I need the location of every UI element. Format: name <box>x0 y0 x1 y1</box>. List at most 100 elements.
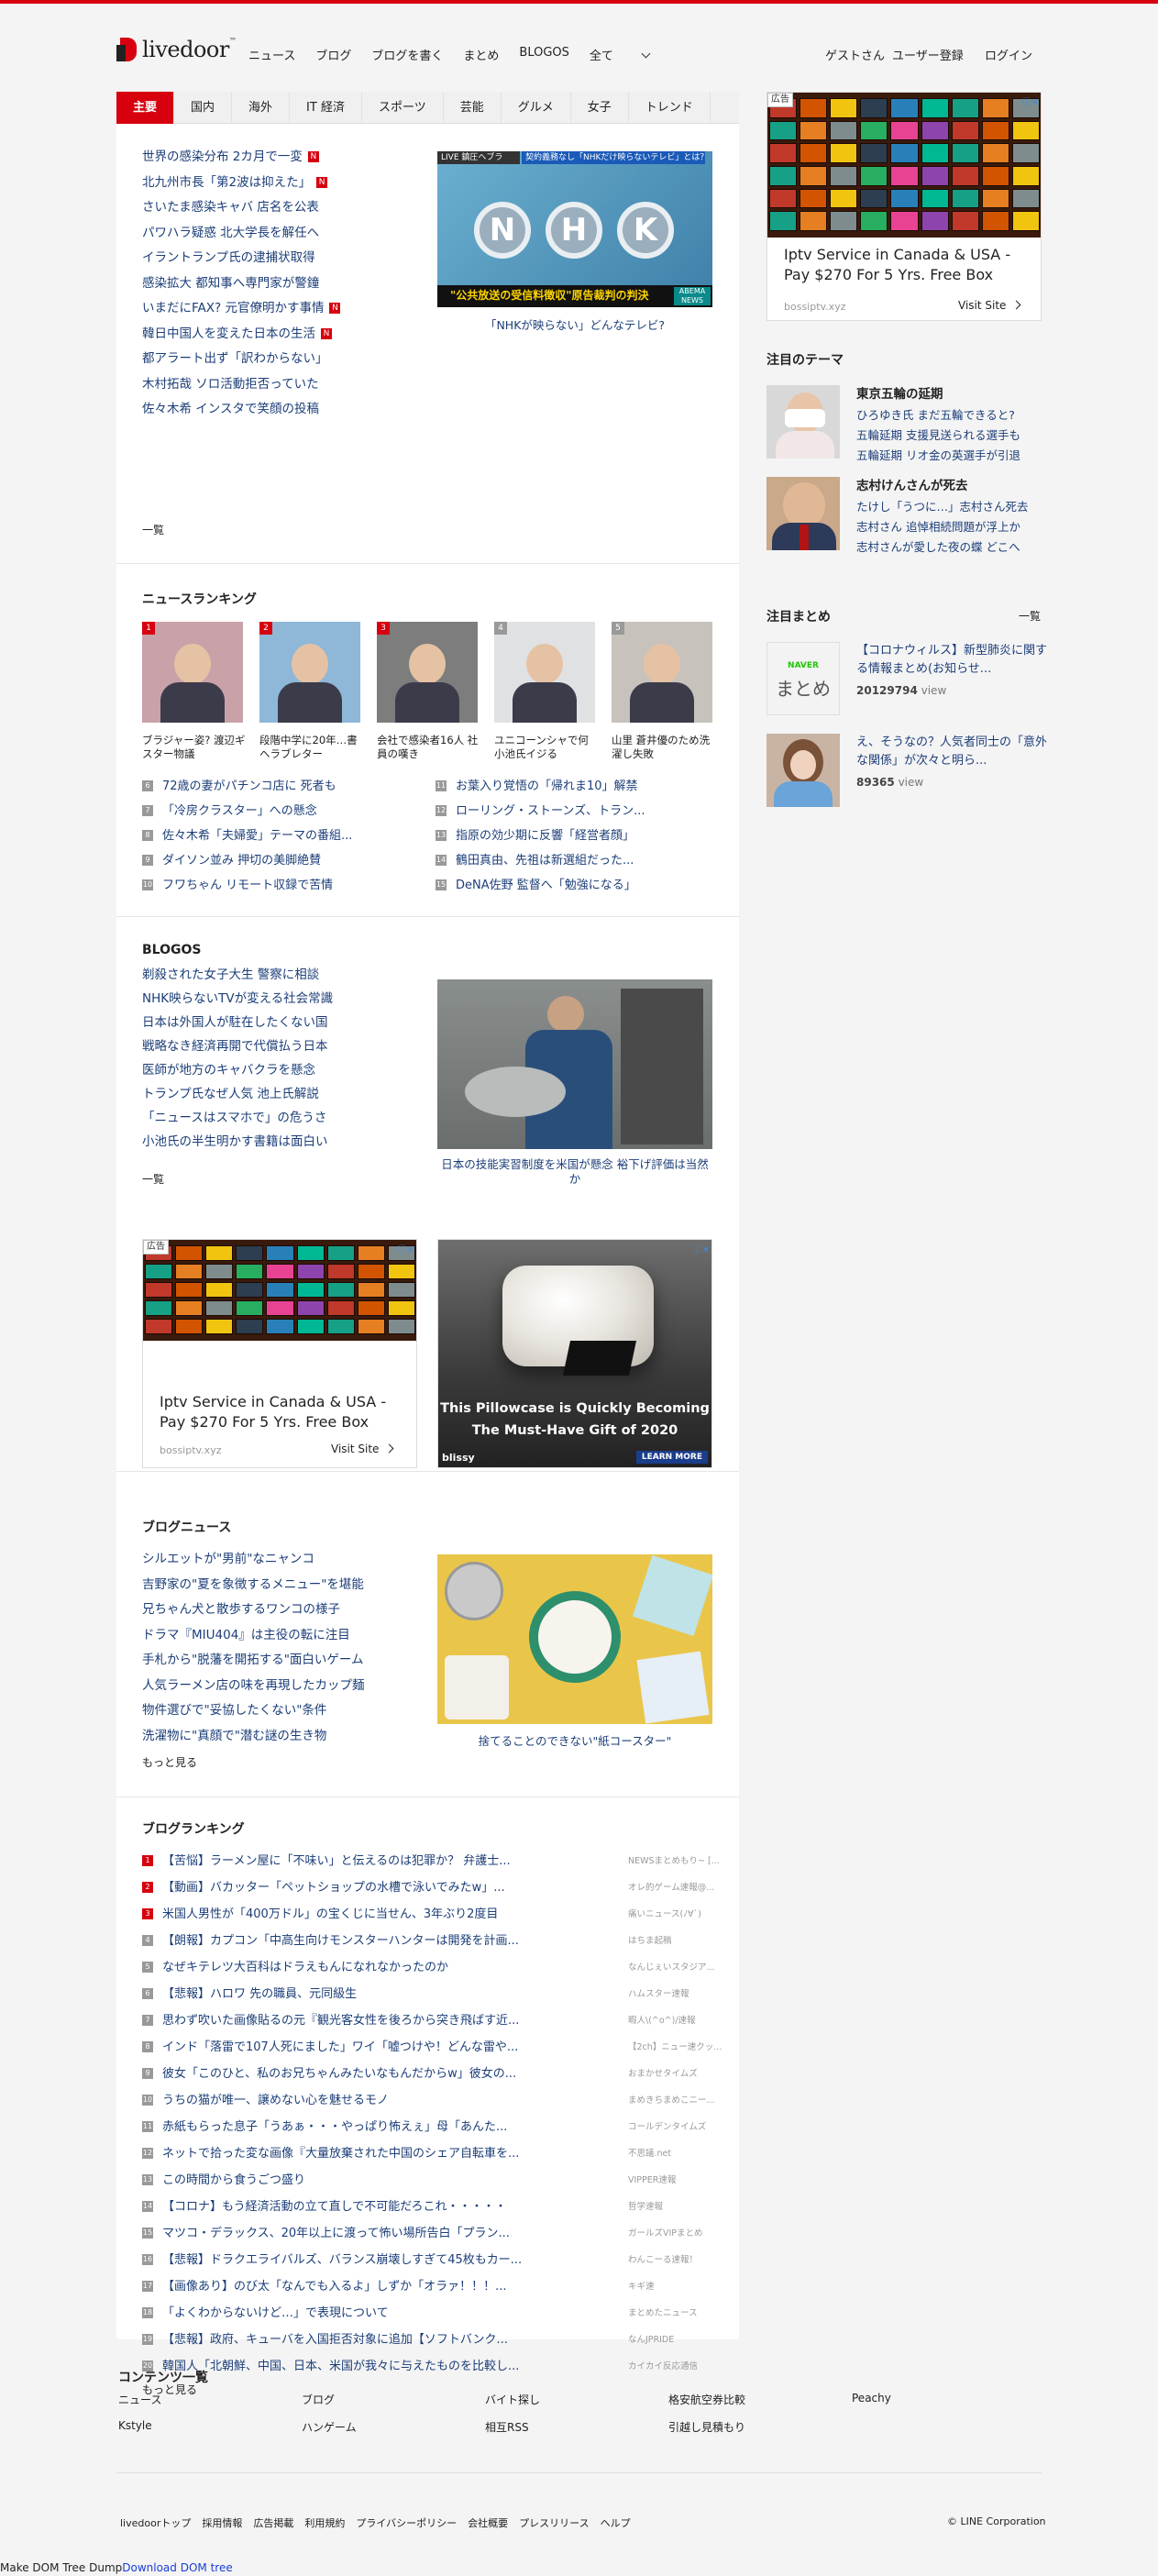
footer-nav-link[interactable]: 採用情報 <box>202 2515 242 2530</box>
blog-ranking-source[interactable]: はちま起稿 <box>628 1928 672 1954</box>
ad-close-icon[interactable]: ⓘ✕ <box>693 1242 710 1255</box>
pillow-ad-text[interactable]: This Pillowcase is Quickly Becoming The … <box>438 1398 711 1442</box>
top-news-photo-caption[interactable]: 「NHKが映らない」どんなテレビ? <box>437 315 712 333</box>
blog-news-item[interactable]: 兄ちゃん犬と散歩するワンコの様子 <box>142 1598 364 1623</box>
ranking-thumbnail[interactable]: 1 <box>142 622 243 723</box>
top-news-item[interactable]: いまだにFAX? 元官僚明かす事情 N <box>142 296 341 322</box>
ranking-item[interactable]: 15 DeNA佐野 監督へ「勉強になる」 <box>436 873 645 898</box>
blogos-photo-caption[interactable]: 日本の技能実習制度を米国が懸念 裕下げ評価は当然か <box>437 1157 712 1187</box>
theme-link[interactable]: 志村さんが愛した夜の蝶 どこへ <box>856 537 1020 555</box>
nav-blogos[interactable]: BLOGOS <box>519 46 569 63</box>
blog-news-item[interactable]: ドラマ『MIU404』は主役の転に注目 <box>142 1623 364 1649</box>
blogos-item[interactable]: 戦略なき経済再開で代償払う日本 <box>142 1034 333 1058</box>
tab-trend[interactable]: トレンド <box>629 92 711 124</box>
blog-ranking-link[interactable]: 【朗報】カプコン「中高生向けモンスターハンターは開発を計画... <box>162 1934 519 1948</box>
blog-ranking-source[interactable]: コールデンタイムズ <box>628 2114 706 2140</box>
ranking-thumbnail[interactable]: 4 <box>494 622 595 723</box>
ranking-thumbnail[interactable]: 3 <box>377 622 478 723</box>
top-news-photo[interactable]: LIVE 鎮圧ヘブラ 契約義務なし「NHKだけ映らないテレビ」とは？ N H K… <box>437 151 712 307</box>
blog-ranking-source[interactable]: 哲学速報 <box>628 2194 663 2220</box>
top-news-more-link[interactable]: 一覧 <box>142 522 164 537</box>
top-news-item[interactable]: 感染拡大 都知事へ専門家が警鐘 <box>142 271 340 297</box>
blog-ranking-item[interactable]: 11 赤紙もらった息子「うあぁ・・・やっぱり怖えぇ」母「あんた... コールデンタイ… <box>142 2114 729 2140</box>
blog-ranking-link[interactable]: 【悲報】ドラクエライバルズ、バランス崩壊しすぎて45枚もカー... <box>162 2253 522 2267</box>
blog-ranking-source[interactable]: ハムスター速報 <box>628 1981 689 2007</box>
blog-ranking-source[interactable]: 【2ch】ニュー速クッ... <box>628 2034 722 2061</box>
top-news-link[interactable]: 韓日中国人を変えた日本の生活 <box>142 326 315 341</box>
blog-ranking-link[interactable]: 「よくわからないけど…」で表現について <box>162 2306 389 2320</box>
blog-ranking-link[interactable]: 【悲報】政府、キューバを入国拒否対象に追加【ソフトバンク... <box>162 2333 508 2347</box>
blog-ranking-link[interactable]: 彼女「このひと、私のお兄ちゃんみたいなもんだからw」彼女の... <box>162 2067 516 2081</box>
footer-nav-link[interactable]: 利用規約 <box>304 2515 345 2530</box>
blog-ranking-item[interactable]: 5 なぜキテレツ大百科はドラえもんになれなかったのか なんじぇいスタジア... <box>142 1954 729 1981</box>
blog-news-item[interactable]: 人気ラーメン店の味を再現したカップ麺 <box>142 1674 364 1699</box>
blog-news-photo-caption[interactable]: 捨てることのできない"紙コースター" <box>437 1731 712 1749</box>
footer-nav-link[interactable]: プライバシーポリシー <box>356 2515 457 2530</box>
blog-ranking-link[interactable]: マツコ・デラックス、20年以上に渡って怖い場所告白「プラン... <box>162 2227 510 2240</box>
blog-ranking-link[interactable]: 赤紙もらった息子「うあぁ・・・やっぱり怖えぇ」母「あんた... <box>162 2120 507 2134</box>
theme-link[interactable]: ひろゆき氏 まだ五輪できると? <box>856 405 1015 423</box>
footer-link[interactable]: バイト探し <box>485 2392 540 2407</box>
ad-title[interactable]: Iptv Service in Canada & USA - Pay $270 … <box>784 245 1031 285</box>
blog-ranking-item[interactable]: 7 思わず吹いた画像貼るの元『観光客女性を後ろから突き飛ばす近... 暇人\(^o^… <box>142 2007 729 2034</box>
blog-ranking-item[interactable]: 16 【悲報】ドラクエライバルズ、バランス崩壊しすぎて45枚もカー... わんこーる… <box>142 2247 729 2273</box>
blog-ranking-item[interactable]: 2 【動画】バカッター「ペットショップの水槽で泳いでみたw」... オレ的ゲーム速報… <box>142 1874 729 1901</box>
ad-close-icon[interactable]: ⓘ✕ <box>1022 94 1039 108</box>
blog-ranking-link[interactable]: この時間から食うごつ盛り <box>162 2173 305 2187</box>
nav-matome[interactable]: まとめ <box>463 46 499 63</box>
footer-nav-link[interactable]: ヘルプ <box>601 2515 631 2530</box>
ranking-thumbnail[interactable]: 2 <box>259 622 360 723</box>
blog-ranking-item[interactable]: 8 インド「落雷で107人死にました」ワイ「嘘つけや！どんな雷や... 【2ch】ニ… <box>142 2034 729 2061</box>
matome-link[interactable]: 【コロナウィルス】新型肺炎に関する情報まとめ(お知らせ... <box>856 642 1049 679</box>
blog-ranking-item[interactable]: 1 【苦悩】ラーメン屋に「不味い」と伝えるのは犯罪か？ 弁護士... NEWSまとめ… <box>142 1848 729 1874</box>
top-news-link[interactable]: イラントランプ氏の逮捕状取得 <box>142 250 315 265</box>
ranking-caption[interactable]: 会社で感染者16人 社員の嘆き <box>377 734 481 761</box>
blog-ranking-link[interactable]: 韓国人「北朝鮮、中国、日本、米国が我々に与えたものを比較し... <box>162 2360 519 2373</box>
login-link[interactable]: ログイン <box>985 46 1032 63</box>
tab-entertainment[interactable]: 芸能 <box>444 92 502 124</box>
blog-ranking-item[interactable]: 13 この時間から食うごつ盛り VIPPER速報 <box>142 2167 729 2194</box>
top-news-link[interactable]: パワハラ疑惑 北大学長を解任へ <box>142 226 319 240</box>
footer-link[interactable]: ハンゲーム <box>302 2419 357 2435</box>
theme-link[interactable]: 五輪延期 支援見送られる選手も <box>856 426 1020 443</box>
tab-women[interactable]: 女子 <box>571 92 629 124</box>
blog-ranking-source[interactable]: まめきちまめこニー... <box>628 2087 715 2114</box>
livedoor-logo[interactable]: livedoor™ <box>116 31 237 68</box>
blog-ranking-source[interactable]: 痛いニュース(ﾉ∀`) <box>628 1901 701 1928</box>
blog-ranking-item[interactable]: 15 マツコ・デラックス、20年以上に渡って怖い場所告白「プラン... ガールズVI… <box>142 2220 729 2247</box>
blogos-item[interactable]: 小池氏の半生明かす書籍は面白い <box>142 1130 333 1154</box>
footer-link[interactable]: ブログ <box>302 2392 335 2407</box>
blogos-item[interactable]: トランプ氏なぜ人気 池上氏解説 <box>142 1082 333 1106</box>
blog-ranking-link[interactable]: ネットで拾った変な画像『大量放棄された中国のシェア自転車を... <box>162 2147 519 2161</box>
pillow-learn-more-button[interactable]: LEARN MORE <box>635 1451 708 1464</box>
top-news-item[interactable]: さいたま感染キャバ 店名を公表 <box>142 195 340 221</box>
blog-ranking-link[interactable]: 【画像あり】のび太「なんでも入るよ」しずか「オラァ！！！... <box>162 2280 507 2294</box>
blog-news-item[interactable]: 洗濯物に"真顔で"潜む謎の生き物 <box>142 1724 364 1750</box>
top-news-item[interactable]: 北九州市長「第2波は抑えた」 N <box>142 171 340 196</box>
ranking-item[interactable]: 8 佐々木希「夫婦愛」テーマの番組... <box>142 824 352 848</box>
pillow-ad[interactable]: ⓘ✕ This Pillowcase is Quickly Becoming T… <box>437 1239 712 1468</box>
tab-gourmet[interactable]: グルメ <box>502 92 571 124</box>
footer-link[interactable]: 相互RSS <box>485 2419 529 2435</box>
ranking-link[interactable]: 72歳の妻がパチンコ店に 死者も <box>162 779 336 793</box>
footer-nav-link[interactable]: 広告掲載 <box>253 2515 293 2530</box>
ranking-link[interactable]: お葉入り覚悟の「帰れま10」解禁 <box>456 779 638 793</box>
blog-news-more-link[interactable]: もっと見る <box>142 1754 197 1770</box>
register-link[interactable]: ユーザー登録 <box>892 46 964 63</box>
blogos-item[interactable]: 剃殺された女子大生 警察に相談 <box>142 963 333 987</box>
ad-close-icon[interactable]: ⓘ✕ <box>398 1242 414 1255</box>
top-news-link[interactable]: 木村拓哉 ソロ活動拒否っていた <box>142 377 319 392</box>
ranking-link[interactable]: 佐々木希「夫婦愛」テーマの番組... <box>162 829 352 843</box>
blog-ranking-item[interactable]: 6 【悲報】ハロワ 先の職員、元同級生 ハムスター速報 <box>142 1981 729 2007</box>
tab-sports[interactable]: スポーツ <box>362 92 444 124</box>
blog-ranking-source[interactable]: カイカイ反応通信 <box>628 2353 698 2380</box>
ranking-link[interactable]: ローリング・ストーンズ、トラン... <box>456 804 645 818</box>
blog-ranking-source[interactable]: オレ的ゲーム速報@... <box>628 1874 714 1901</box>
blog-ranking-item[interactable]: 4 【朗報】カプコン「中高生向けモンスターハンターは開発を計画... はちま起稿 <box>142 1928 729 1954</box>
blog-ranking-item[interactable]: 18 「よくわからないけど…」で表現について まとめたニュース <box>142 2300 729 2327</box>
ranking-caption[interactable]: ユニコーンシャで何 小池氏イジる <box>494 734 599 761</box>
ranking-item[interactable]: 11 お葉入り覚悟の「帰れま10」解禁 <box>436 774 645 799</box>
ranking-link[interactable]: 「冷房クラスター」への懸念 <box>162 804 317 818</box>
ranking-link[interactable]: 鶴田真由、先祖は新選組だった... <box>456 854 634 868</box>
matome-item[interactable]: え、そうなの？人気者同士の「意外な関係」が次々と明ら... 89365 view <box>766 734 1047 812</box>
